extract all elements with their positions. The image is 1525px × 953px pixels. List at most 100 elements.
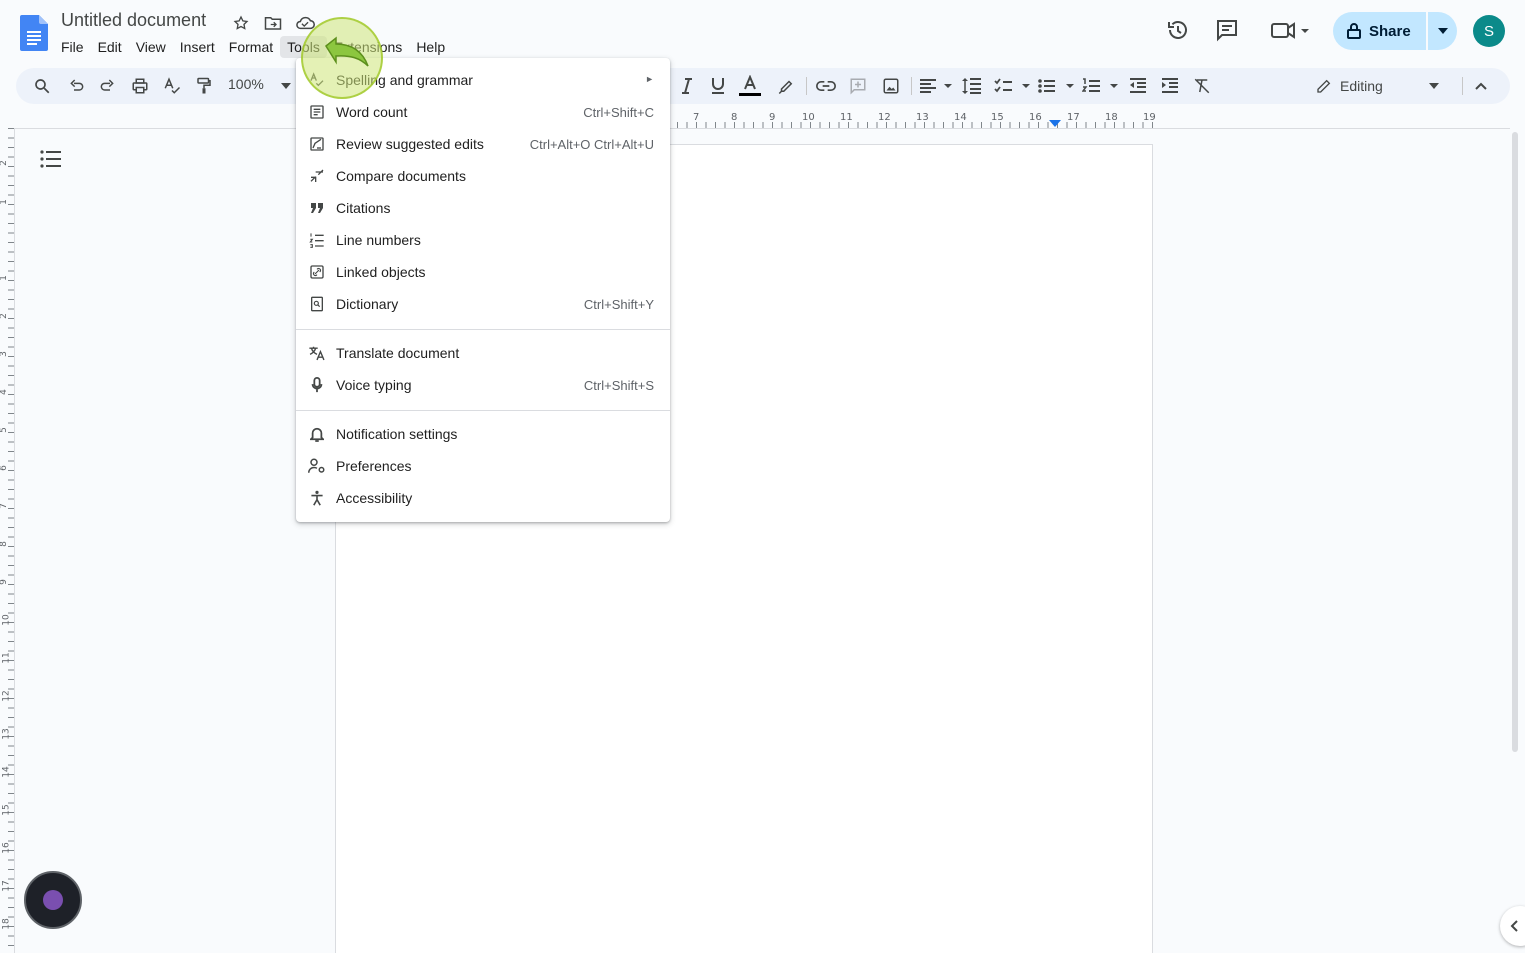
menu-format[interactable]: Format	[222, 36, 280, 58]
hide-menus-chevron-up-icon[interactable]	[1469, 74, 1493, 98]
ruler-number: 18	[1, 918, 12, 930]
menu-item-linked-objects[interactable]: Linked objects	[296, 256, 670, 288]
menu-file[interactable]: File	[54, 36, 91, 58]
line-spacing-icon[interactable]	[960, 74, 984, 98]
vertical-ruler[interactable]: 2 1 1 2 3 4 5 6 7 8 9 10 11 12 13 14 15 …	[0, 128, 15, 953]
document-title[interactable]: Untitled document	[61, 10, 206, 31]
ruler-number: 12	[1, 690, 12, 702]
floating-recorder-bubble[interactable]	[24, 871, 82, 929]
menu-item-line-numbers[interactable]: Line numbers	[296, 224, 670, 256]
menu-item-translate-document[interactable]: Translate document	[296, 337, 670, 369]
menu-item-review-suggested-edits[interactable]: Review suggested edits Ctrl+Alt+O Ctrl+A…	[296, 128, 670, 160]
menu-item-word-count[interactable]: Word count Ctrl+Shift+C	[296, 96, 670, 128]
menu-help[interactable]: Help	[409, 36, 452, 58]
side-panel-toggle[interactable]	[1500, 906, 1525, 946]
numbered-list-icon[interactable]	[1082, 74, 1118, 98]
menu-item-voice-typing[interactable]: Voice typing Ctrl+Shift+S	[296, 369, 670, 401]
search-menus-icon[interactable]	[30, 74, 54, 98]
menu-item-shortcut: Ctrl+Shift+S	[583, 378, 654, 393]
ruler-number: 18	[1105, 112, 1118, 123]
underline-icon[interactable]	[706, 74, 730, 98]
menu-item-label: Citations	[336, 200, 391, 216]
align-left-icon[interactable]	[918, 74, 954, 98]
undo-icon[interactable]	[64, 74, 88, 98]
ruler-number: 10	[1, 614, 12, 626]
clear-formatting-icon[interactable]	[1190, 74, 1214, 98]
star-icon[interactable]	[230, 12, 252, 34]
zoom-select[interactable]: 100%	[228, 76, 264, 92]
ruler-number: 11	[840, 112, 853, 123]
comments-icon[interactable]	[1215, 18, 1239, 42]
menu-item-notification-settings[interactable]: Notification settings	[296, 418, 670, 450]
ruler-number: 2	[0, 160, 9, 166]
menu-item-dictionary[interactable]: Dictionary Ctrl+Shift+Y	[296, 288, 670, 320]
italic-icon[interactable]	[675, 74, 699, 98]
ruler-number: 14	[1, 766, 12, 778]
menu-item-label: Accessibility	[336, 490, 413, 506]
pencil-icon	[1317, 79, 1331, 93]
menu-item-label: Dictionary	[336, 296, 399, 312]
increase-indent-icon[interactable]	[1158, 74, 1182, 98]
ruler-ticks	[8, 128, 14, 953]
insert-image-icon[interactable]	[879, 74, 903, 98]
menu-item-label: Voice typing	[336, 377, 412, 393]
menu-item-citations[interactable]: Citations	[296, 192, 670, 224]
editing-mode-label: Editing	[1340, 78, 1383, 94]
ruler-number: 15	[1, 804, 12, 816]
share-options-button[interactable]	[1429, 12, 1457, 50]
bulleted-list-icon[interactable]	[1038, 74, 1074, 98]
accessibility-icon	[308, 489, 326, 507]
checklist-icon[interactable]	[994, 74, 1030, 98]
account-avatar[interactable]: S	[1473, 15, 1505, 47]
right-indent-marker[interactable]	[1049, 120, 1061, 127]
meet-icon[interactable]	[1270, 18, 1310, 42]
toolbar-divider	[806, 77, 807, 95]
menu-item-label: Word count	[336, 104, 408, 120]
share-button[interactable]: Share	[1333, 12, 1425, 50]
ruler-number: 15	[991, 112, 1004, 123]
word-count-icon	[308, 103, 326, 121]
ruler-number: 12	[878, 112, 891, 123]
paint-format-icon[interactable]	[192, 74, 216, 98]
spellcheck-toolbar-icon[interactable]	[160, 74, 184, 98]
dictionary-icon	[308, 295, 326, 313]
redo-icon[interactable]	[96, 74, 120, 98]
lock-icon	[1347, 23, 1361, 39]
document-outline-icon[interactable]	[40, 150, 62, 172]
zoom-dropdown-icon[interactable]	[274, 74, 298, 98]
ruler-number: 3	[0, 351, 9, 357]
menu-item-accessibility[interactable]: Accessibility	[296, 482, 670, 514]
ruler-number: 1	[0, 199, 9, 205]
editing-mode-select[interactable]: Editing	[1312, 72, 1452, 100]
move-folder-icon[interactable]	[262, 12, 284, 34]
title-actions	[230, 12, 316, 34]
add-comment-icon[interactable]	[846, 74, 870, 98]
ruler-number: 14	[954, 112, 967, 123]
text-color-icon[interactable]	[738, 74, 762, 98]
ruler-number: 7	[0, 503, 9, 509]
ruler-border	[15, 128, 1510, 129]
cursor-arrow-icon	[325, 36, 369, 67]
tools-menu-dropdown: Spelling and grammar ► Word count Ctrl+S…	[296, 58, 670, 522]
menu-view[interactable]: View	[129, 36, 173, 58]
ruler-number: 13	[916, 112, 929, 123]
toolbar-divider	[911, 77, 912, 95]
version-history-icon[interactable]	[1166, 18, 1190, 42]
ruler-number: 13	[1, 728, 12, 740]
decrease-indent-icon[interactable]	[1126, 74, 1150, 98]
print-icon[interactable]	[128, 74, 152, 98]
highlight-color-icon[interactable]	[774, 74, 798, 98]
docs-logo-icon[interactable]	[20, 15, 48, 51]
share-divider	[1426, 12, 1428, 50]
menu-item-compare-documents[interactable]: Compare documents	[296, 160, 670, 192]
preferences-icon	[308, 457, 326, 475]
ruler-number: 9	[769, 112, 776, 123]
vertical-scrollbar[interactable]	[1512, 132, 1518, 752]
menu-insert[interactable]: Insert	[173, 36, 222, 58]
insert-link-icon[interactable]	[814, 74, 838, 98]
menu-item-label: Compare documents	[336, 168, 466, 184]
menu-item-preferences[interactable]: Preferences	[296, 450, 670, 482]
submenu-arrow-icon: ►	[645, 74, 654, 84]
ruler-number: 1	[0, 275, 9, 281]
menu-edit[interactable]: Edit	[91, 36, 129, 58]
